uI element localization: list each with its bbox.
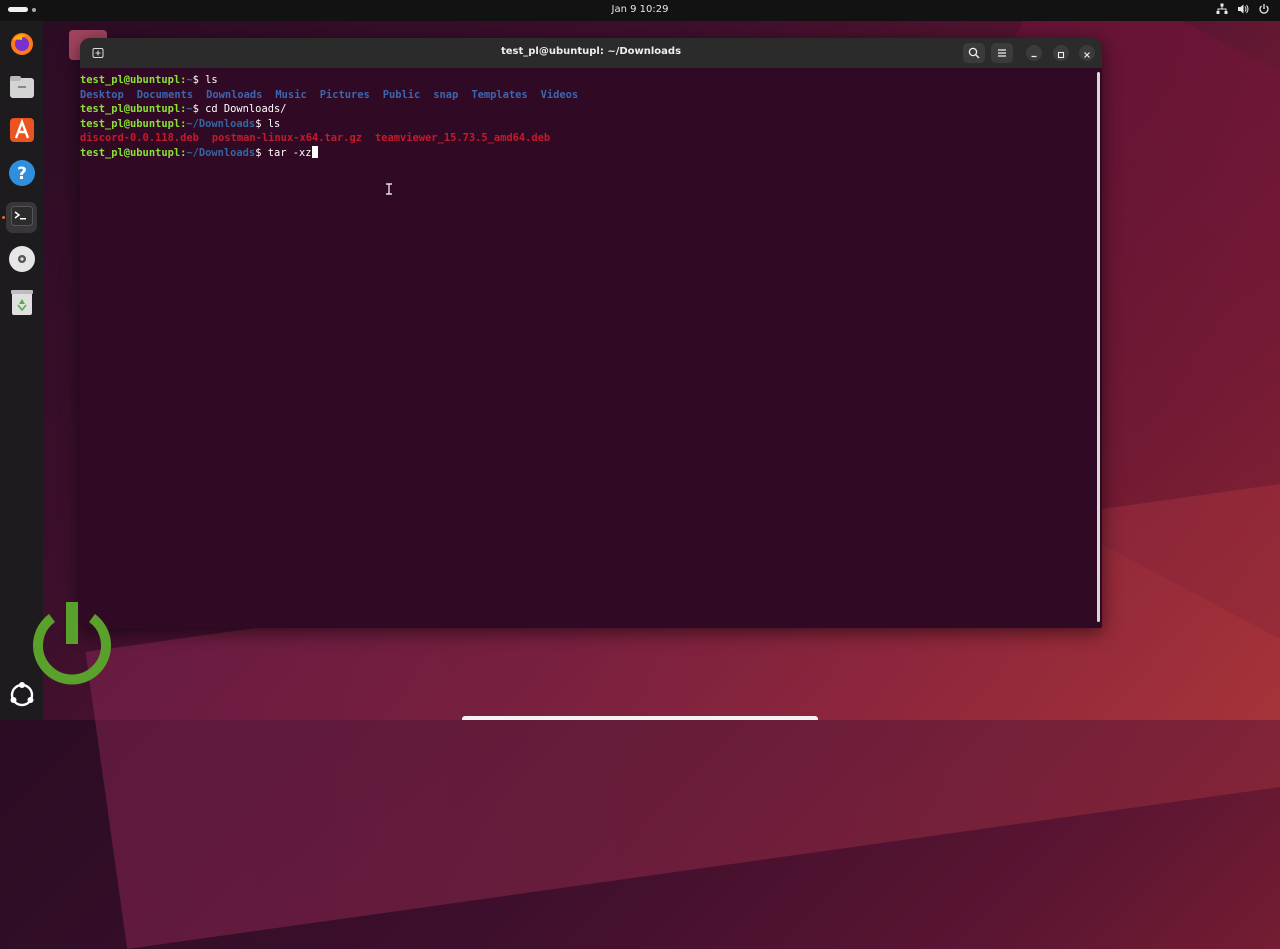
maximize-button[interactable]: [1053, 45, 1069, 61]
dir-entry: Pictures: [319, 88, 370, 101]
files-icon: [9, 75, 35, 103]
running-indicator: [2, 216, 5, 219]
scrollbar[interactable]: [1097, 72, 1100, 622]
command-text: ls: [267, 117, 281, 130]
terminal-line: Desktop Documents Downloads Music Pictures Pu…: [80, 88, 591, 103]
prompt-path: ~/Downloads: [186, 117, 256, 130]
dir-entry: Downloads: [206, 88, 263, 101]
dir-entry: Desktop: [80, 88, 124, 101]
dir-entry: Public: [382, 88, 421, 101]
dock-files[interactable]: [6, 73, 37, 104]
svg-text:?: ?: [17, 164, 27, 184]
maximize-icon: [1057, 44, 1065, 63]
search-icon: [968, 44, 980, 63]
ibeam-cursor-icon: [385, 180, 393, 199]
minimize-icon: [1030, 44, 1038, 63]
window-title: test_pl@ubuntupl: ~/Downloads: [500, 46, 682, 57]
close-button[interactable]: [1079, 45, 1095, 61]
file-entry: postman-linux-x64.tar.gz: [211, 132, 362, 145]
trash-icon: [10, 288, 34, 320]
dock-terminal[interactable]: [6, 202, 37, 233]
dock-help[interactable]: ?: [6, 159, 37, 190]
prompt-user: test_pl@ubuntupl: [80, 117, 181, 130]
disc-icon: [8, 245, 36, 277]
dir-entry: Music: [275, 88, 307, 101]
menu-button[interactable]: [991, 43, 1013, 63]
terminal-line: test_pl@ubuntupl:~/Downloads$ tar -xz: [80, 146, 318, 161]
command-text: cd Downloads/: [205, 103, 287, 116]
close-icon: [1083, 44, 1091, 63]
file-entry: discord-0.0.118.deb: [80, 132, 199, 145]
terminal-output[interactable]: test_pl@ubuntupl:~$ ls Desktop Documents D…: [80, 71, 1096, 626]
prompt-user: test_pl@ubuntupl: [80, 103, 181, 116]
text-cursor: [311, 146, 318, 158]
dock-trash[interactable]: [6, 288, 37, 319]
system-tray[interactable]: [1216, 3, 1270, 15]
minimize-button[interactable]: [1026, 45, 1042, 61]
terminal-line: test_pl@ubuntupl:~$ cd Downloads/: [80, 103, 287, 116]
power-logo-icon: [28, 600, 116, 694]
terminal-line: test_pl@ubuntupl:~/Downloads$ ls: [80, 117, 281, 130]
firefox-icon: [9, 31, 35, 61]
network-icon: [1216, 3, 1228, 15]
window-titlebar[interactable]: test_pl@ubuntupl: ~/Downloads: [80, 38, 1102, 68]
dock-app-center[interactable]: [6, 116, 37, 147]
terminal-window[interactable]: test_pl@ubuntupl: ~/Downloads test_pl@ub…: [80, 38, 1102, 628]
prompt-user: test_pl@ubuntupl: [80, 74, 181, 86]
prompt-path: ~/Downloads: [186, 147, 256, 159]
volume-icon: [1237, 3, 1249, 15]
dir-entry: Documents: [136, 88, 194, 101]
app-center-icon: [9, 117, 35, 147]
help-icon: ?: [8, 159, 36, 191]
terminal-line: discord-0.0.118.deb postman-linux-x64.tar…: [80, 131, 563, 146]
prompt-user: test_pl@ubuntupl: [80, 147, 181, 159]
top-bar: Jan 9 10:29: [0, 0, 1280, 21]
home-indicator: [462, 716, 818, 720]
dir-entry: snap: [433, 88, 459, 101]
dir-entry: Templates: [471, 88, 528, 101]
terminal-line: test_pl@ubuntupl:~$ ls: [80, 74, 218, 86]
dock-disc[interactable]: [6, 245, 37, 276]
hamburger-menu-icon: [996, 44, 1008, 63]
clock[interactable]: Jan 9 10:29: [0, 4, 1280, 15]
terminal-icon: [10, 205, 33, 230]
command-text: ls: [205, 74, 218, 86]
current-command[interactable]: tar -xz: [268, 147, 312, 159]
search-button[interactable]: [963, 43, 985, 63]
power-menu-icon: [1258, 3, 1270, 15]
dock-firefox[interactable]: [6, 30, 37, 61]
file-entry: teamviewer_15.73.5_amd64.deb: [375, 132, 551, 145]
dir-entry: Videos: [540, 88, 579, 101]
